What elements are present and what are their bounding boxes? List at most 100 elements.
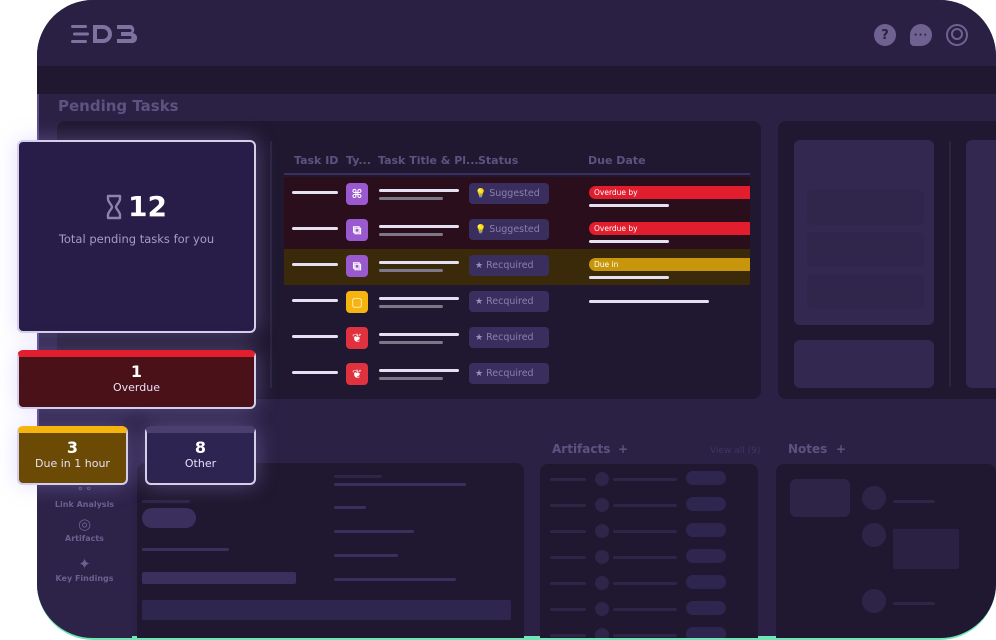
task-subtitle-placeholder xyxy=(379,341,443,344)
col-status[interactable]: Status xyxy=(478,154,518,167)
due-soon-count: 3 xyxy=(66,438,79,457)
col-title[interactable]: Task Title & Pl... xyxy=(378,154,479,167)
nav-label: Artifacts xyxy=(65,534,104,543)
user-avatar-icon[interactable] xyxy=(946,24,968,46)
placeholder xyxy=(550,634,586,637)
star-icon: ★ xyxy=(475,332,484,343)
placeholder xyxy=(893,602,935,605)
placeholder xyxy=(613,530,677,533)
placeholder xyxy=(142,500,190,503)
placeholder xyxy=(334,554,398,557)
status-badge[interactable]: ★ Recquired xyxy=(469,291,549,312)
total-tasks-card[interactable]: 12 Total pending tasks for you xyxy=(17,140,256,333)
placeholder-avatar xyxy=(595,628,609,638)
task-id-placeholder xyxy=(292,191,338,194)
hourglass-icon xyxy=(106,194,122,219)
placeholder-avatar xyxy=(595,550,609,564)
nav-artifacts[interactable]: ◎ Artifacts xyxy=(37,516,132,543)
col-task-id[interactable]: Task ID xyxy=(294,154,338,167)
status-badge[interactable]: ★ Recquired xyxy=(469,255,549,276)
status-label: Recquired xyxy=(486,368,534,379)
chat-icon[interactable]: ··· xyxy=(910,24,932,46)
placeholder xyxy=(790,479,850,517)
placeholder xyxy=(142,600,511,620)
task-title-placeholder xyxy=(379,261,459,264)
star-icon: ★ xyxy=(475,260,484,271)
placeholder-avatar xyxy=(595,524,609,538)
clipboard-icon: ▢ xyxy=(346,291,368,313)
help-icon[interactable]: ? xyxy=(874,24,896,46)
placeholder-pill xyxy=(686,497,726,511)
side-card-item xyxy=(807,232,924,267)
overdue-card[interactable]: 1 Overdue xyxy=(17,350,256,409)
due-badge: Overdue by xyxy=(589,222,750,235)
table-row[interactable]: ▢ ★ Recquired xyxy=(284,285,750,321)
add-note-button[interactable]: + xyxy=(836,442,846,456)
status-badge[interactable]: 💡 Suggested xyxy=(469,219,549,240)
total-count: 12 xyxy=(128,190,167,223)
placeholder xyxy=(893,529,959,569)
task-title-placeholder xyxy=(379,225,459,228)
d3-logo[interactable] xyxy=(71,22,137,46)
brain-icon: ❦ xyxy=(346,363,368,385)
table-row[interactable]: ⧉ ★ Recquired Due in xyxy=(284,249,750,285)
overdue-count: 1 xyxy=(130,362,143,381)
placeholder xyxy=(334,506,366,509)
other-count: 8 xyxy=(194,438,207,457)
status-label: Recquired xyxy=(486,332,534,343)
status-label: Recquired xyxy=(486,296,534,307)
side-card-item xyxy=(807,274,924,309)
table-row[interactable]: ❦ ★ Recquired xyxy=(284,357,750,393)
status-label: Recquired xyxy=(486,260,534,271)
placeholder-avatar xyxy=(595,472,609,486)
task-id-placeholder xyxy=(292,335,338,338)
nav-link-analysis[interactable]: ⚬⚬ Link Analysis xyxy=(37,482,132,509)
placeholder-pill xyxy=(686,523,726,537)
task-id-placeholder xyxy=(292,227,338,230)
due-soon-card[interactable]: 3 Due in 1 hour xyxy=(17,426,128,485)
task-title-placeholder xyxy=(379,369,459,372)
page-title: Pending Tasks xyxy=(58,97,179,115)
plugin-icon: ⧉ xyxy=(346,219,368,241)
placeholder-avatar xyxy=(862,523,886,547)
nav-label: Link Analysis xyxy=(54,500,115,509)
star-icon: ★ xyxy=(475,368,484,379)
fingerprint-icon: ◎ xyxy=(77,515,92,533)
nav-label: Key Findings xyxy=(55,574,114,583)
col-due-date[interactable]: Due Date xyxy=(588,154,646,167)
stage: ? ··· Pending Tasks Task ID Ty... Task T… xyxy=(0,0,996,640)
other-tasks-card[interactable]: 8 Other xyxy=(145,426,256,485)
other-label: Other xyxy=(184,457,217,470)
status-badge[interactable]: 💡 Suggested xyxy=(469,183,549,204)
status-label: Suggested xyxy=(489,224,540,235)
col-type[interactable]: Ty... xyxy=(346,154,371,167)
task-subtitle-placeholder xyxy=(379,233,443,236)
table-row[interactable]: ⧉ 💡 Suggested Overdue by xyxy=(284,213,750,249)
placeholder-avatar xyxy=(862,589,886,613)
due-date-placeholder xyxy=(589,204,669,207)
artifacts-panel xyxy=(540,464,758,638)
status-badge[interactable]: ★ Recquired xyxy=(469,363,549,384)
task-title-placeholder xyxy=(379,297,459,300)
side-divider xyxy=(949,141,951,387)
placeholder-pill xyxy=(686,471,726,485)
nav-key-findings[interactable]: ✦ Key Findings xyxy=(37,556,132,583)
placeholder-pill xyxy=(686,549,726,563)
placeholder xyxy=(550,478,586,481)
table-row[interactable]: ⌘ 💡 Suggested Overdue by xyxy=(284,177,750,213)
sparkle-icon: ✦ xyxy=(78,555,91,573)
add-artifact-button[interactable]: + xyxy=(618,442,628,456)
placeholder-avatar xyxy=(862,486,886,510)
placeholder-pill xyxy=(686,575,726,589)
table-row[interactable]: ❦ ★ Recquired xyxy=(284,321,750,357)
status-badge[interactable]: ★ Recquired xyxy=(469,327,549,348)
placeholder-avatar xyxy=(595,576,609,590)
plugin-icon: ⧉ xyxy=(346,255,368,277)
task-id-placeholder xyxy=(292,263,338,266)
header: ? ··· xyxy=(37,0,996,66)
task-subtitle-placeholder xyxy=(379,377,443,380)
status-label: Suggested xyxy=(489,188,540,199)
artifacts-title: Artifacts xyxy=(552,442,611,456)
view-all-artifacts-link[interactable]: View all (9) xyxy=(710,446,760,456)
placeholder-input xyxy=(142,572,296,584)
